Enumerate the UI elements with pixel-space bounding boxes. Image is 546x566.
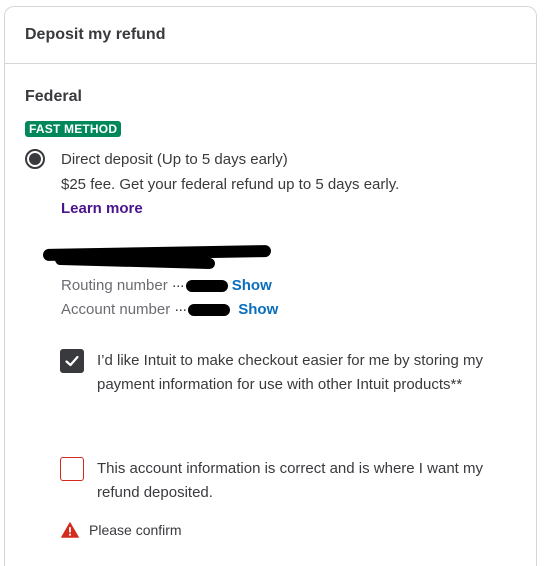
- direct-deposit-description: $25 fee. Get your federal refund up to 5…: [61, 176, 400, 193]
- account-number-row: Account number ··· Show: [61, 301, 278, 318]
- show-account-number-link[interactable]: Show: [238, 301, 278, 318]
- confirm-account-label: This account information is correct and …: [97, 460, 483, 501]
- warning-triangle-icon: [61, 522, 79, 538]
- federal-heading: Federal: [25, 88, 82, 105]
- save-payment-label: I’d like Intuit to make checkout easier …: [97, 352, 483, 393]
- routing-number-mask: ···: [171, 277, 185, 294]
- redacted-routing-digits: [185, 279, 228, 292]
- please-confirm-message: Please confirm: [89, 522, 182, 538]
- direct-deposit-title: Direct deposit (Up to 5 days early): [61, 151, 288, 168]
- save-payment-checkbox[interactable]: [60, 349, 84, 373]
- account-number-mask: ···: [174, 301, 187, 318]
- fast-method-badge: FAST METHOD: [25, 121, 122, 137]
- deposit-refund-card: Deposit my refund Federal FAST METHOD Di…: [4, 6, 537, 566]
- account-number-label: Account number: [61, 301, 171, 318]
- redacted-account-digits: [188, 303, 231, 316]
- checkmark-icon: [65, 355, 79, 367]
- direct-deposit-radio[interactable]: [25, 149, 45, 169]
- routing-number-label: Routing number: [61, 277, 168, 294]
- card-title: Deposit my refund: [25, 26, 166, 43]
- routing-number-row: Routing number ··· Show: [61, 277, 272, 294]
- please-confirm-error: Please confirm: [61, 522, 182, 538]
- card-header: Deposit my refund: [5, 7, 536, 64]
- learn-more-link[interactable]: Learn more: [61, 200, 143, 217]
- radio-selected-dot: [29, 153, 41, 165]
- confirm-account-checkbox[interactable]: [60, 457, 84, 481]
- show-routing-number-link[interactable]: Show: [232, 277, 272, 294]
